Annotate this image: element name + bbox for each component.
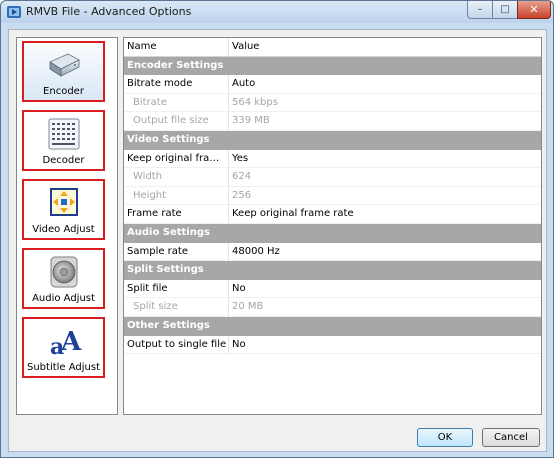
column-header-value[interactable]: Value (230, 38, 541, 56)
encoder-drive-icon (49, 53, 80, 77)
property-value[interactable]: Auto (230, 75, 541, 93)
property-value[interactable]: Yes (230, 150, 541, 168)
property-row-output-file-size: Output file size 339 MB (124, 112, 541, 131)
video-adjust-icon (50, 188, 78, 216)
property-row-bitrate-mode[interactable]: Bitrate mode Auto (124, 75, 541, 94)
maximize-button[interactable]: □ (492, 1, 518, 19)
property-row-height: Height 256 (124, 186, 541, 206)
property-row-bitrate: Bitrate 564 kbps (124, 93, 541, 113)
property-value: 256 (232, 189, 252, 201)
section-title: Audio Settings (127, 226, 210, 238)
property-row-split-file[interactable]: Split file No (124, 279, 541, 299)
property-value: 339 MB (232, 115, 270, 127)
property-value[interactable]: No (230, 280, 541, 298)
section-header-split[interactable]: Split Settings (124, 261, 541, 280)
property-grid-body: Name Value Encoder Settings Bitrate mode… (124, 38, 541, 355)
window-title: RMVB File - Advanced Options (26, 5, 192, 18)
nav-item-label: Subtitle Adjust (26, 362, 101, 373)
property-value[interactable]: 48000 Hz (230, 243, 541, 261)
minimize-icon: – (477, 4, 483, 15)
property-value[interactable]: Keep original frame rate (230, 205, 541, 223)
property-grid: Name Value Encoder Settings Bitrate mode… (123, 37, 542, 415)
grid-header: Name Value (124, 38, 541, 57)
property-row-output-to-single-file[interactable]: Output to single file No (124, 335, 541, 355)
decoder-grid-icon (48, 118, 80, 150)
nav-item-decoder[interactable]: Decoder (22, 110, 105, 171)
nav-item-video-adjust[interactable]: Video Adjust (22, 179, 105, 240)
maximize-icon: □ (500, 4, 510, 15)
close-icon: ✕ (529, 3, 539, 16)
property-name: Output to single file (124, 335, 229, 354)
minimize-button[interactable]: – (467, 1, 493, 19)
property-row-sample-rate[interactable]: Sample rate 48000 Hz (124, 242, 541, 262)
section-title: Other Settings (127, 319, 210, 331)
section-header-encoder[interactable]: Encoder Settings (124, 56, 541, 76)
section-header-video[interactable]: Video Settings (124, 130, 541, 150)
property-row-split-size: Split size 20 MB (124, 298, 541, 317)
category-nav: Encoder Decoder Video Adjust Audio Adjus… (16, 37, 118, 415)
subtitle-font-icon: a A (50, 327, 82, 358)
section-title: Split Settings (127, 264, 204, 276)
dialog-client-area: Encoder Decoder Video Adjust Audio Adjus… (8, 29, 547, 452)
advanced-options-window: RMVB File - Advanced Options – □ ✕ Encod… (0, 0, 554, 458)
property-row-frame-rate[interactable]: Frame rate Keep original frame rate (124, 205, 541, 224)
cancel-button[interactable]: Cancel (482, 428, 540, 447)
nav-item-label: Audio Adjust (32, 293, 95, 304)
property-name: Split file (124, 279, 229, 298)
column-header-name[interactable]: Name (124, 38, 229, 56)
property-name: Output file size (124, 112, 229, 130)
section-title: Encoder Settings (127, 59, 224, 71)
property-row-width: Width 624 (124, 168, 541, 187)
nav-item-encoder[interactable]: Encoder (22, 41, 105, 102)
close-button[interactable]: ✕ (517, 1, 551, 19)
ok-button[interactable]: OK (417, 428, 473, 447)
title-bar[interactable]: RMVB File - Advanced Options – □ ✕ (1, 1, 553, 23)
section-header-audio[interactable]: Audio Settings (124, 223, 541, 243)
nav-item-audio-adjust[interactable]: Audio Adjust (22, 248, 105, 309)
property-value[interactable]: No (230, 336, 541, 354)
speaker-icon (50, 256, 78, 288)
section-title: Video Settings (127, 133, 210, 145)
nav-item-subtitle-adjust[interactable]: a A Subtitle Adjust (22, 317, 105, 378)
property-row-keep-original-frame-size[interactable]: Keep original fram... Yes (124, 149, 541, 169)
nav-item-label: Encoder (43, 86, 84, 97)
app-icon (7, 6, 21, 18)
svg-text:A: A (60, 327, 82, 357)
property-name: Split size (124, 298, 229, 316)
property-name: Bitrate (124, 93, 229, 112)
property-name: Keep original fram... (124, 149, 229, 168)
property-value: 564 kbps (232, 96, 278, 108)
property-name: Bitrate mode (124, 75, 229, 93)
nav-item-label: Decoder (42, 155, 85, 166)
property-name: Sample rate (124, 242, 229, 261)
property-name: Height (124, 186, 229, 205)
property-value: 20 MB (232, 301, 264, 313)
property-name: Frame rate (124, 205, 229, 223)
property-value: 624 (232, 171, 252, 183)
property-name: Width (124, 168, 229, 186)
nav-item-label: Video Adjust (32, 224, 95, 235)
section-header-other[interactable]: Other Settings (124, 316, 541, 336)
